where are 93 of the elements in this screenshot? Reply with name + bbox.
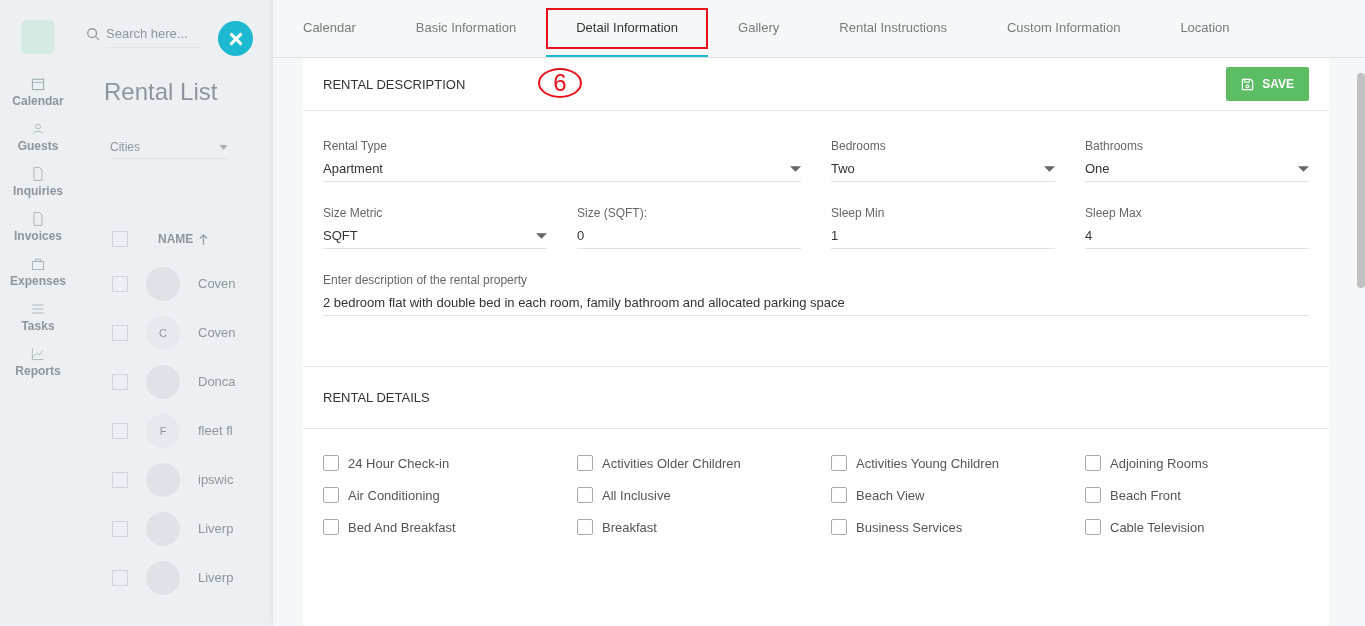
checkbox-label: Business Services — [856, 519, 963, 535]
nav-icon — [30, 76, 46, 92]
checkbox[interactable] — [112, 324, 128, 341]
checkbox[interactable] — [1085, 519, 1101, 535]
close-icon — [228, 31, 243, 46]
checkbox[interactable] — [577, 487, 593, 503]
input-field[interactable]: 4 — [1085, 226, 1309, 249]
column-header[interactable]: NAME — [158, 232, 194, 246]
search-field[interactable]: Search here... — [106, 20, 202, 48]
tab[interactable]: Location — [1150, 0, 1260, 57]
field-label: Bedrooms — [831, 139, 887, 153]
select-field[interactable]: Apartment — [323, 159, 801, 182]
tab[interactable]: Basic Information — [385, 0, 547, 57]
checkbox[interactable] — [323, 519, 339, 535]
caret-icon — [536, 232, 547, 239]
caret-icon — [1044, 165, 1055, 172]
field-label: Sleep Min — [831, 206, 886, 220]
checkbox-label: Adjoining Rooms — [1110, 455, 1209, 471]
input-field[interactable]: 0 — [577, 226, 801, 249]
rental-name: ipswic — [198, 472, 234, 487]
checkbox[interactable] — [323, 455, 339, 471]
nav-item[interactable]: Tasks — [21, 301, 55, 333]
nav-item[interactable]: Invoices — [14, 211, 62, 243]
tab[interactable]: Calendar — [273, 0, 386, 57]
checkbox-label: All Inclusive — [602, 487, 671, 503]
checkbox[interactable] — [577, 455, 593, 471]
rental-name: Coven — [198, 276, 236, 291]
checkbox-label: Bed And Breakfast — [348, 519, 456, 535]
select-field[interactable]: One — [1085, 159, 1309, 182]
field-label: Enter description of the rental property — [323, 273, 529, 287]
nav-icon — [30, 121, 46, 137]
nav-icon — [30, 211, 46, 227]
checkbox[interactable] — [1085, 487, 1101, 503]
checkbox-label: Activities Older Children — [602, 455, 741, 471]
checkbox[interactable] — [112, 275, 128, 292]
checkbox[interactable] — [112, 373, 128, 390]
checkbox-label: Beach Front — [1110, 487, 1181, 503]
nav-icon — [30, 301, 46, 317]
select-field[interactable]: Two — [831, 159, 1055, 182]
rental-name: Donca — [198, 374, 236, 389]
field-label: Size Metric — [323, 206, 384, 220]
checkbox[interactable] — [112, 231, 128, 247]
sort-arrow-icon — [199, 233, 209, 245]
checkbox-label: Beach View — [856, 487, 925, 503]
rental-name: Coven — [198, 325, 236, 340]
checkbox[interactable] — [112, 569, 128, 586]
checkbox-label: Breakfast — [602, 519, 657, 535]
checkbox-label: 24 Hour Check-in — [348, 455, 450, 471]
select-field[interactable]: SQFT — [323, 226, 547, 249]
checkbox[interactable] — [112, 422, 128, 439]
annotation-number: 6 — [538, 68, 582, 98]
nav-icon — [30, 166, 46, 182]
checkbox[interactable] — [831, 487, 847, 503]
section-title: RENTAL DESCRIPTION — [323, 76, 466, 92]
checkbox-label: Activities Young Children — [856, 455, 1000, 471]
rental-name: fleet fl — [198, 423, 233, 438]
nav-icon — [30, 346, 46, 362]
page-title: Rental List — [104, 78, 219, 106]
field-label: Bathrooms — [1085, 139, 1145, 153]
tab[interactable]: Rental Instructions — [809, 0, 977, 57]
checkbox-label: Air Conditioning — [348, 487, 440, 503]
nav-item[interactable]: Expenses — [9, 256, 66, 288]
checkbox-label: Cable Television — [1110, 519, 1205, 535]
field-label: Rental Type — [323, 139, 388, 153]
nav-icon — [30, 256, 46, 272]
tab[interactable]: Custom Information — [976, 0, 1151, 57]
caret-icon — [790, 165, 801, 172]
rental-name: Liverp — [198, 521, 234, 536]
tab[interactable]: Gallery — [708, 0, 810, 57]
nav-item[interactable]: Guests — [17, 121, 59, 153]
caret-icon — [219, 144, 228, 150]
checkbox[interactable] — [577, 519, 593, 535]
input-field[interactable]: 1 — [831, 226, 1055, 249]
checkbox[interactable] — [323, 487, 339, 503]
nav-item[interactable]: Reports — [15, 346, 61, 378]
avatar: C — [146, 315, 180, 350]
checkbox[interactable] — [1085, 455, 1101, 471]
avatar: F — [146, 413, 180, 448]
checkbox[interactable] — [112, 471, 128, 488]
section-title: RENTAL DETAILS — [323, 390, 430, 405]
checkbox[interactable] — [831, 455, 847, 471]
rental-name: Liverp — [198, 570, 234, 585]
search-icon — [86, 27, 100, 41]
field-label: Sleep Max — [1085, 206, 1143, 220]
caret-icon — [1298, 165, 1309, 172]
cities-dropdown[interactable]: Cities — [110, 136, 228, 159]
nav-item[interactable]: Calendar — [12, 76, 64, 108]
save-button[interactable]: SAVE — [1226, 67, 1309, 101]
checkbox[interactable] — [831, 519, 847, 535]
input-field[interactable]: 2 bedroom flat with double bed in each room, family bathroom and allocated parking space — [323, 293, 1309, 316]
nav-item[interactable]: Inquiries — [13, 166, 63, 198]
field-label: Size (SQFT): — [577, 206, 648, 220]
checkbox[interactable] — [112, 520, 128, 537]
